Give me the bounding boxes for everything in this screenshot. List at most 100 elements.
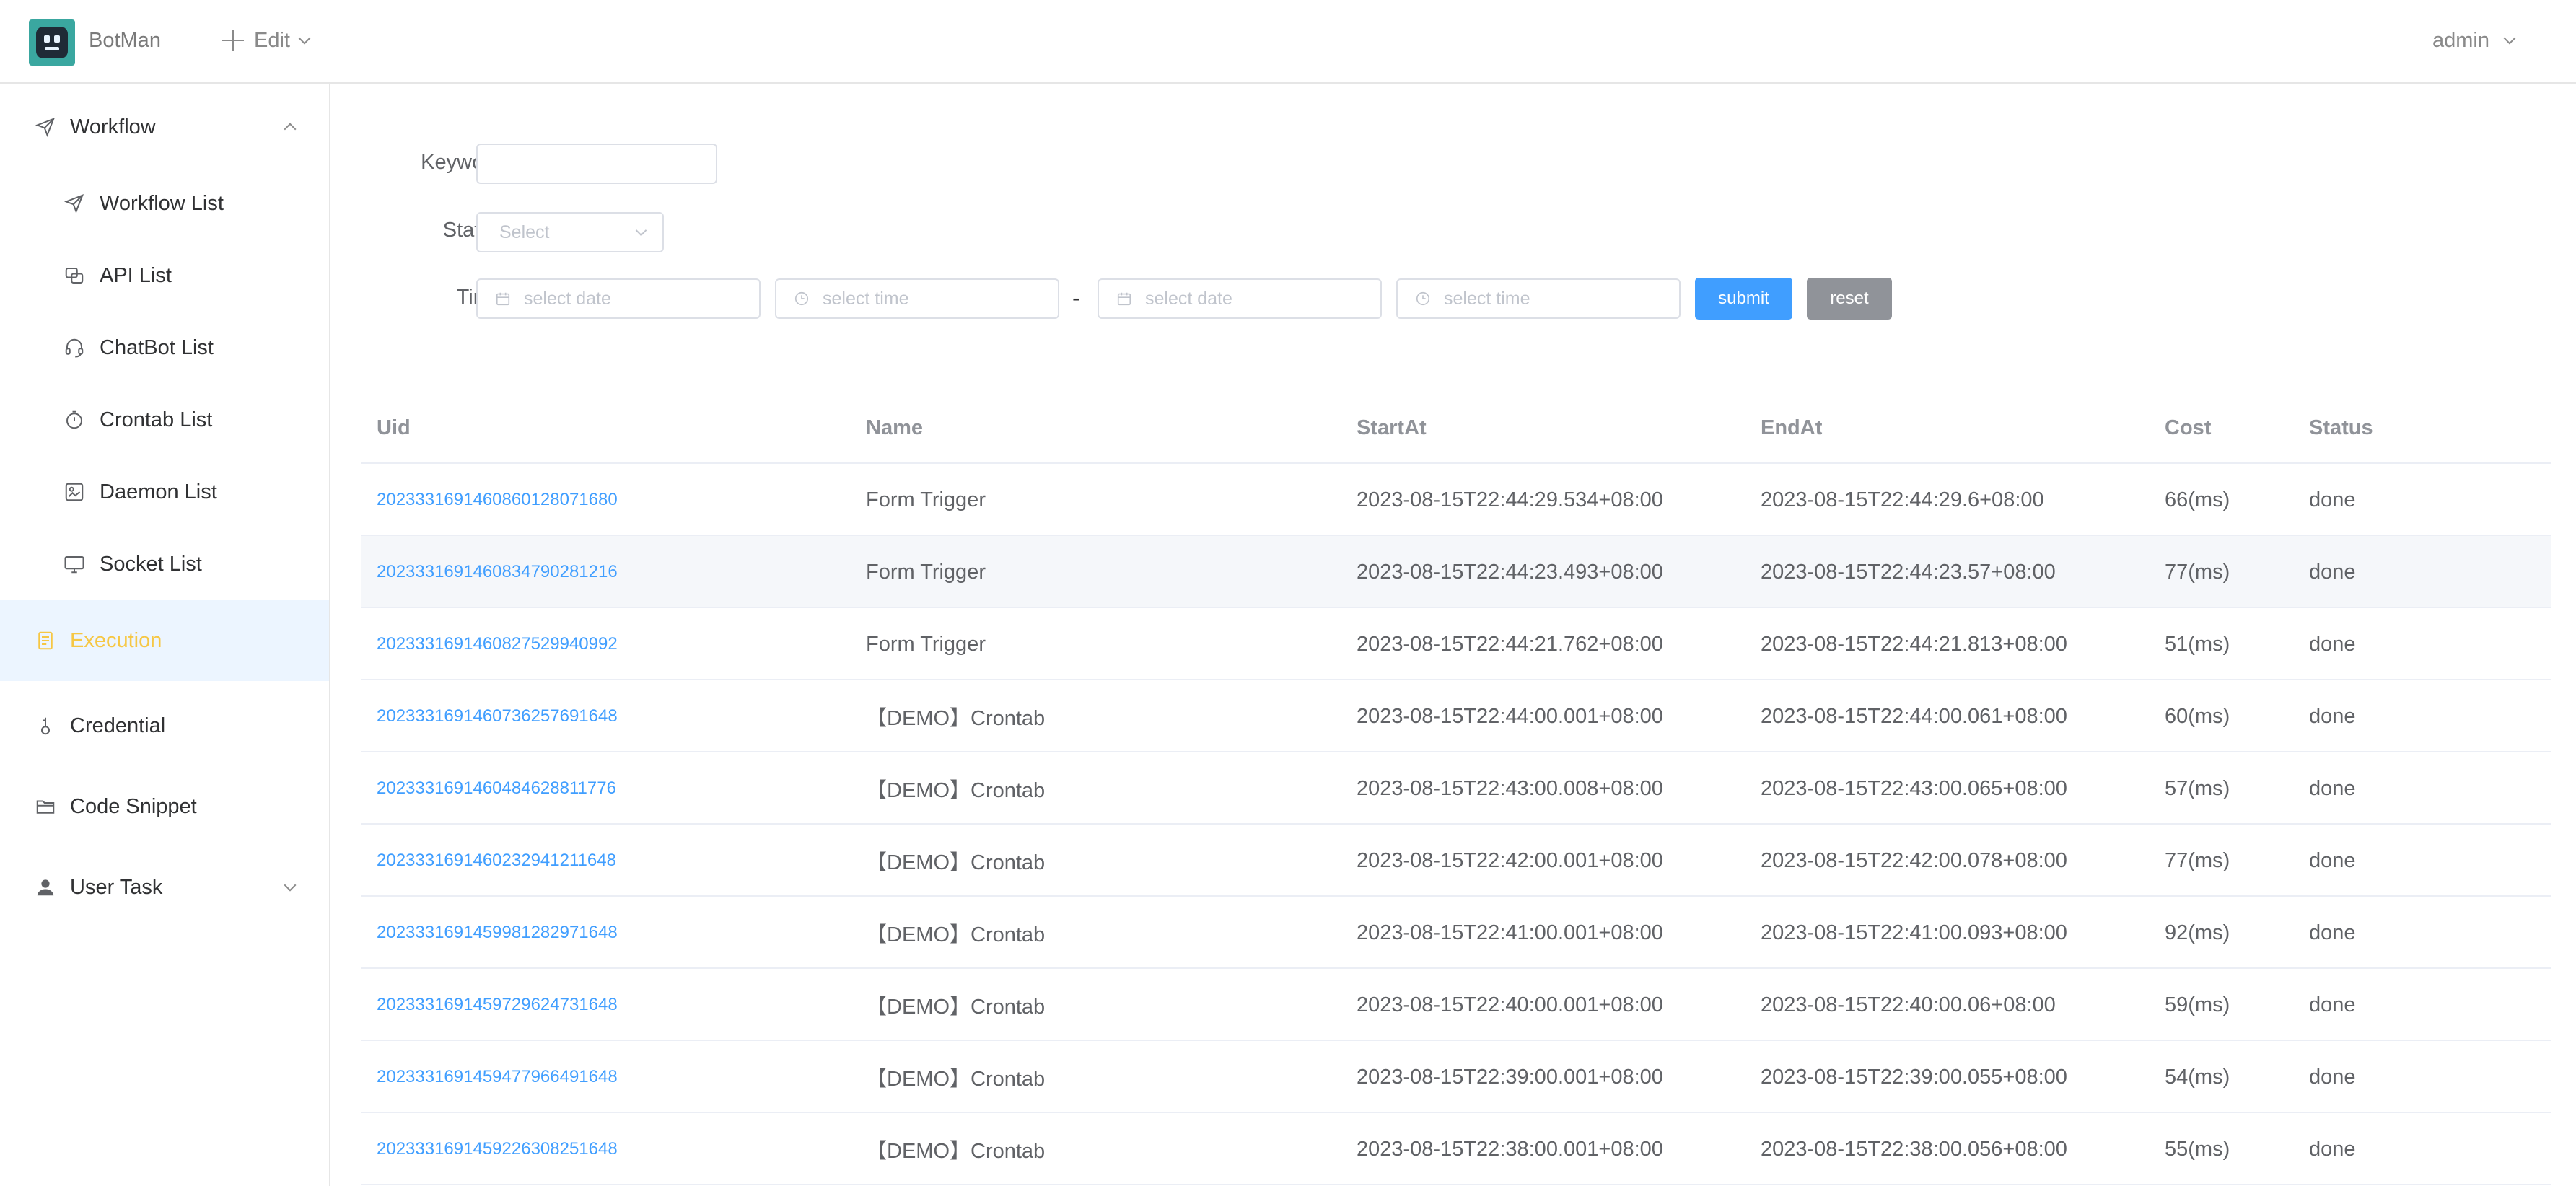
end-cell: 2023-08-15T22:38:00.056+08:00 (1761, 1137, 2067, 1161)
name-cell: 【DEMO】Crontab (866, 923, 1046, 946)
uid-link[interactable]: 2023331691460736257691648 (377, 680, 618, 752)
column-header-cost[interactable]: Cost (2165, 392, 2211, 464)
sidebar-item-label: API List (100, 263, 172, 287)
cost-cell: 54(ms) (2165, 1065, 2230, 1089)
edit-menu[interactable]: Edit (222, 26, 311, 55)
uid-link[interactable]: 2023331691460484628811776 (377, 752, 616, 825)
sidebar-item-api-list[interactable]: API List (0, 240, 329, 312)
uid-link[interactable]: 2023331691459981282971648 (377, 897, 618, 969)
start-cell: 2023-08-15T22:44:29.534+08:00 (1357, 488, 1663, 511)
status-cell: done (2309, 560, 2356, 584)
document-icon (35, 630, 56, 651)
name-cell: Form Trigger (866, 488, 986, 511)
uid-link[interactable]: 2023331691459477966491648 (377, 1041, 618, 1113)
table-row[interactable]: 2023331691460827529940992 Form Trigger 202… (361, 608, 2551, 680)
sidebar-item-label: Credential (70, 713, 166, 737)
end-cell: 2023-08-15T22:44:21.813+08:00 (1761, 632, 2067, 656)
name-cell: 【DEMO】Crontab (866, 707, 1046, 730)
sidebar-item-credential[interactable]: Credential (0, 685, 329, 766)
table-row[interactable]: 2023331691460232941211648 【DEMO】Crontab 20… (361, 825, 2551, 897)
table-row[interactable]: 2023331691460736257691648 【DEMO】Crontab 20… (361, 680, 2551, 752)
start-cell: 2023-08-15T22:44:21.762+08:00 (1357, 632, 1663, 656)
sidebar-item-label: User Task (70, 875, 163, 899)
uid-link[interactable]: 2023331691460860128071680 (377, 464, 618, 536)
uid-link[interactable]: 2023331691459226308251648 (377, 1113, 618, 1185)
start-cell: 2023-08-15T22:39:00.001+08:00 (1357, 1065, 1663, 1089)
name-cell: 【DEMO】Crontab (866, 996, 1046, 1019)
column-header-startat[interactable]: StartAt (1357, 392, 1427, 464)
sidebar-item-execution[interactable]: Execution (0, 600, 329, 681)
end-cell: 2023-08-15T22:44:29.6+08:00 (1761, 488, 2044, 511)
keyword-input[interactable] (476, 144, 717, 184)
cost-cell: 66(ms) (2165, 488, 2230, 511)
sidebar-item-label: Execution (70, 628, 162, 652)
uid-link[interactable]: 2023331691459729624731648 (377, 969, 618, 1041)
top-header: BotMan Edit admin (0, 0, 2576, 84)
column-header-uid[interactable]: Uid (377, 392, 411, 464)
status-select[interactable]: Select (476, 212, 664, 252)
start-cell: 2023-08-15T22:44:00.001+08:00 (1357, 704, 1663, 728)
cost-cell: 51(ms) (2165, 632, 2230, 656)
column-header-name[interactable]: Name (866, 392, 923, 464)
sidebar-item-code-snippet[interactable]: Code Snippet (0, 766, 329, 847)
status-cell: done (2309, 993, 2356, 1016)
column-header-endat[interactable]: EndAt (1761, 392, 1822, 464)
table-row[interactable]: 2023331691460834790281216 Form Trigger 202… (361, 536, 2551, 608)
main-content: Keyword Status Select Time select date s… (332, 84, 2576, 1186)
name-cell: Form Trigger (866, 560, 986, 584)
robot-icon (36, 27, 68, 58)
sidebar-item-workflow-list[interactable]: Workflow List (0, 167, 329, 240)
status-cell: done (2309, 848, 2356, 872)
status-cell: done (2309, 632, 2356, 656)
uid-link[interactable]: 2023331691460827529940992 (377, 608, 618, 680)
sidebar: Workflow Workflow List API List ChatBot … (0, 84, 330, 1186)
start-time-picker[interactable]: select time (775, 278, 1059, 319)
monitor-icon (63, 553, 85, 575)
end-time-picker[interactable]: select time (1396, 278, 1681, 319)
table-row[interactable]: 2023331691459981282971648 【DEMO】Crontab 20… (361, 897, 2551, 969)
status-cell: done (2309, 1065, 2356, 1089)
table-row[interactable]: 2023331691460484628811776 【DEMO】Crontab 20… (361, 752, 2551, 825)
status-cell: done (2309, 1137, 2356, 1161)
clock-icon (794, 290, 811, 307)
reset-button[interactable]: reset (1807, 278, 1892, 320)
column-header-status[interactable]: Status (2309, 392, 2373, 464)
sidebar-item-label: Socket List (100, 552, 202, 576)
sidebar-item-label: Workflow (70, 115, 156, 139)
end-cell: 2023-08-15T22:39:00.055+08:00 (1761, 1065, 2067, 1089)
clock-icon (1415, 290, 1432, 307)
table-row[interactable]: 2023331691459226308251648 【DEMO】Crontab 20… (361, 1113, 2551, 1185)
chevron-down-icon (2503, 32, 2516, 45)
uid-link[interactable]: 2023331691460232941211648 (377, 825, 616, 897)
start-cell: 2023-08-15T22:38:00.001+08:00 (1357, 1137, 1663, 1161)
table-row[interactable]: 2023331691459729624731648 【DEMO】Crontab 20… (361, 969, 2551, 1041)
status-cell: done (2309, 776, 2356, 800)
end-cell: 2023-08-15T22:43:00.065+08:00 (1761, 776, 2067, 800)
cost-cell: 92(ms) (2165, 921, 2230, 944)
start-date-picker[interactable]: select date (476, 278, 761, 319)
end-date-picker[interactable]: select date (1098, 278, 1382, 319)
status-cell: done (2309, 488, 2356, 511)
end-cell: 2023-08-15T22:41:00.093+08:00 (1761, 921, 2067, 944)
cost-cell: 60(ms) (2165, 704, 2230, 728)
sidebar-item-user-task[interactable]: User Task (0, 847, 329, 928)
start-cell: 2023-08-15T22:42:00.001+08:00 (1357, 848, 1663, 872)
sidebar-item-daemon-list[interactable]: Daemon List (0, 456, 329, 528)
sidebar-item-socket-list[interactable]: Socket List (0, 528, 329, 600)
submit-button[interactable]: submit (1695, 278, 1792, 320)
status-placeholder: Select (499, 221, 550, 242)
table-row[interactable]: 2023331691460860128071680 Form Trigger 202… (361, 464, 2551, 536)
start-cell: 2023-08-15T22:43:00.008+08:00 (1357, 776, 1663, 800)
user-name: admin (2432, 28, 2489, 52)
range-separator: - (1072, 285, 1080, 311)
uid-link[interactable]: 2023331691460834790281216 (377, 536, 618, 608)
user-menu[interactable]: admin (2432, 26, 2516, 55)
botman-logo[interactable] (29, 19, 75, 66)
chevron-down-icon (284, 879, 297, 892)
table-row[interactable]: 2023331691459477966491648 【DEMO】Crontab 20… (361, 1041, 2551, 1113)
sidebar-item-chatbot-list[interactable]: ChatBot List (0, 312, 329, 384)
sidebar-item-crontab-list[interactable]: Crontab List (0, 384, 329, 456)
cost-cell: 57(ms) (2165, 776, 2230, 800)
sidebar-item-workflow[interactable]: Workflow (0, 91, 329, 163)
start-cell: 2023-08-15T22:44:23.493+08:00 (1357, 560, 1663, 584)
